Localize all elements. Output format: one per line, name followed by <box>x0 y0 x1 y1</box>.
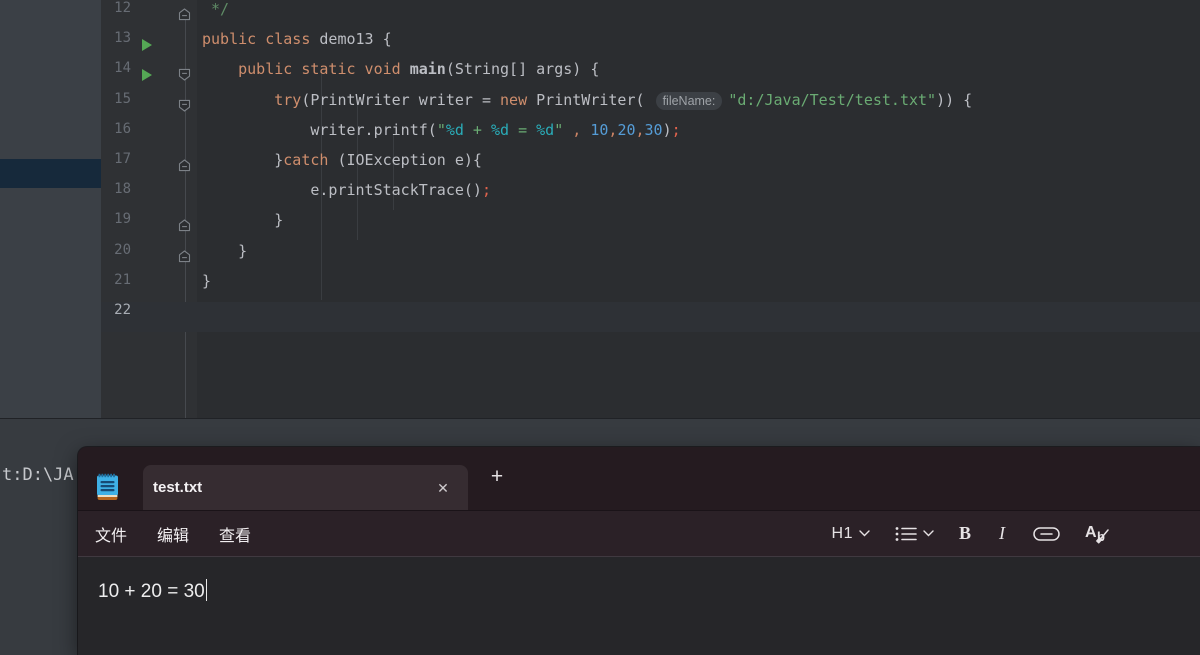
line-number: 19 <box>114 211 131 228</box>
fold-marker-icon[interactable] <box>178 99 191 117</box>
code-text: writer.printf("%d + %d = %d" , 10,20,30)… <box>202 120 681 139</box>
code-text: } <box>202 211 284 230</box>
menu-view[interactable]: 查看 <box>219 522 251 546</box>
code-line-16[interactable]: 16 writer.printf("%d + %d = %d" , 10,20,… <box>101 121 1200 151</box>
code-text: public class demo13 { <box>202 30 392 49</box>
code-text: public static void main(String[] args) { <box>238 60 600 79</box>
line-number: 22 <box>114 302 131 318</box>
tab-close-icon[interactable]: ✕ <box>432 477 454 499</box>
line-number: 21 <box>114 271 131 288</box>
ide-left-panel[interactable] <box>0 0 101 418</box>
code-line-21[interactable]: 21} <box>101 272 1200 302</box>
inlay-hint-pill: fileName: <box>655 91 723 110</box>
code-text: */ <box>202 0 230 18</box>
list-dropdown[interactable] <box>895 526 934 542</box>
line-number: 18 <box>114 181 131 198</box>
fold-marker-icon[interactable] <box>178 8 191 26</box>
code-text: } <box>202 271 212 290</box>
chevron-down-icon <box>923 530 934 537</box>
run-button-icon[interactable] <box>142 69 152 82</box>
menu-edit[interactable]: 编辑 <box>157 522 189 546</box>
code-line-12[interactable]: 12 */ <box>101 0 1200 30</box>
code-text: e.printStackTrace(); <box>202 181 491 200</box>
code-line-13[interactable]: 13 public class demo13 { <box>101 30 1200 60</box>
fold-marker-icon[interactable] <box>178 219 191 237</box>
notepad-tab-test-txt[interactable]: test.txt ✕ <box>143 465 468 510</box>
bulleted-list-icon <box>895 526 917 541</box>
code-text: } <box>202 241 248 260</box>
code-line-14[interactable]: 14 public static void main(String[] args… <box>101 60 1200 90</box>
screen: 12 */13 public class demo13 {14 public st… <box>0 0 1200 655</box>
line-number: 15 <box>114 90 131 107</box>
code-line-18[interactable]: 18 e.printStackTrace(); <box>101 181 1200 211</box>
code-line-15[interactable]: 15 try(PrintWriter writer = new PrintWri… <box>101 91 1200 121</box>
ide-left-panel-selected-row[interactable] <box>0 159 101 188</box>
line-number: 13 <box>114 30 131 47</box>
menu-file[interactable]: 文件 <box>95 522 127 546</box>
line-number: 14 <box>114 60 131 77</box>
heading-dropdown[interactable]: H1 <box>832 525 870 543</box>
new-tab-button[interactable]: + <box>482 463 512 493</box>
code-line-20[interactable]: 20 } <box>101 242 1200 272</box>
notepad-titlebar[interactable]: test.txt ✕ + <box>78 447 1200 510</box>
fold-marker-icon[interactable] <box>178 68 191 86</box>
line-number: 12 <box>114 0 131 16</box>
clear-formatting-slash-icon <box>1095 528 1109 544</box>
notepad-window: test.txt ✕ + 文件 编辑 查看 H1 B I A b 10 + 20… <box>78 447 1200 655</box>
chevron-down-icon <box>859 530 870 537</box>
code-text: }catch (IOException e){ <box>202 151 482 169</box>
link-button[interactable] <box>1033 526 1060 541</box>
notepad-app-icon <box>96 473 119 505</box>
document-text: 10 + 20 = 30 <box>98 579 208 603</box>
notepad-menubar: 文件 编辑 查看 H1 B I A b <box>78 510 1200 557</box>
heading-label: H1 <box>831 524 853 542</box>
console-output: t:D:\JA <box>2 465 74 485</box>
clear-formatting-button[interactable]: A b <box>1085 523 1112 545</box>
line-number: 16 <box>114 120 131 137</box>
bold-button[interactable]: B <box>959 523 971 544</box>
link-icon <box>1033 526 1060 541</box>
notepad-text-area[interactable]: 10 + 20 = 30 <box>78 557 1200 655</box>
fold-marker-icon[interactable] <box>178 159 191 177</box>
tab-title: test.txt <box>153 479 203 496</box>
line-number: 17 <box>114 151 131 167</box>
code-text: try(PrintWriter writer = new PrintWriter… <box>274 90 973 110</box>
line-number: 20 <box>114 241 131 258</box>
code-line-19[interactable]: 19 } <box>101 211 1200 241</box>
code-line-17[interactable]: 17 }catch (IOException e){ <box>101 151 1200 181</box>
code-line-22[interactable]: 22 <box>101 302 1200 332</box>
run-button-icon[interactable] <box>142 39 152 52</box>
text-caret <box>205 579 208 601</box>
code-editor[interactable]: 12 */13 public class demo13 {14 public st… <box>101 0 1200 418</box>
fold-marker-icon[interactable] <box>178 250 191 268</box>
italic-button[interactable]: I <box>996 523 1008 544</box>
